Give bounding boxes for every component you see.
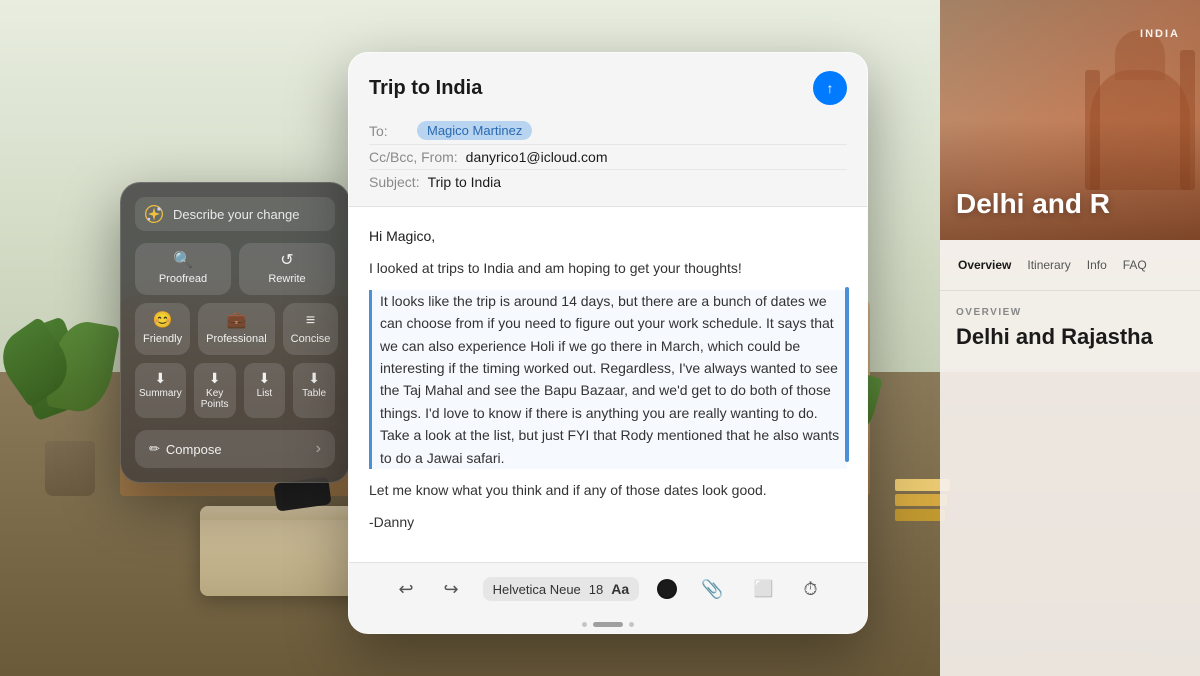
wt-header: Describe your change — [135, 197, 335, 231]
proofread-label: Proofread — [159, 273, 207, 285]
summary-button[interactable]: ⬇ Summary — [135, 363, 186, 418]
list-label: List — [257, 388, 273, 399]
undo-icon: ↩ — [398, 579, 413, 600]
compose-pencil-icon: ✏ — [149, 441, 160, 457]
table-icon: ⬇ — [308, 371, 320, 385]
email-para-2: It looks like the trip is around 14 days… — [369, 290, 847, 469]
wt-title: Describe your change — [173, 207, 299, 222]
from-value: danyrico1@icloud.com — [466, 149, 608, 165]
color-picker[interactable] — [657, 579, 677, 599]
key-points-button[interactable]: ⬇ Key Points — [194, 363, 236, 418]
rewrite-button[interactable]: ↺ Rewrite — [239, 243, 335, 295]
wt-row-1: 🔍 Proofread ↺ Rewrite — [135, 243, 335, 295]
page-indicator — [349, 616, 867, 633]
cc-label: Cc/Bcc, From: — [369, 149, 458, 165]
proofread-button[interactable]: 🔍 Proofread — [135, 243, 231, 295]
email-greeting: Hi Magico, — [369, 225, 847, 247]
to-label: To: — [369, 123, 409, 139]
right-panel-content: OVERVIEW Delhi and Rajastha — [940, 291, 1200, 366]
concise-icon: ≡ — [306, 313, 315, 329]
friendly-icon: 😊 — [153, 313, 173, 329]
proofread-icon: 🔍 — [173, 253, 193, 269]
rewrite-icon: ↺ — [280, 253, 293, 269]
tab-faq[interactable]: FAQ — [1115, 254, 1155, 276]
email-signature: -Danny — [369, 511, 847, 533]
email-para-3: Let me know what you think and if any of… — [369, 479, 847, 501]
selection-indicator — [845, 287, 849, 462]
tab-info[interactable]: Info — [1079, 254, 1115, 276]
send-button[interactable]: ↑ — [813, 71, 847, 105]
right-panel-title-partial: Delhi and R — [956, 188, 1184, 220]
sparkle-icon — [143, 203, 165, 225]
compose-label: Compose — [166, 442, 222, 457]
plant-left — [30, 321, 110, 496]
email-title: Trip to India — [369, 77, 482, 100]
font-aa: Aa — [611, 581, 629, 597]
attachment-button[interactable]: 📎 — [695, 575, 729, 604]
wt-row-3: ⬇ Summary ⬇ Key Points ⬇ List ⬇ Table — [135, 363, 335, 418]
page-dot-1 — [582, 622, 587, 627]
email-toolbar: ↩ ↪ Helvetica Neue 18 Aa 📎 ⬜ ⏱ — [349, 562, 867, 616]
overview-title: Delhi and Rajastha — [956, 324, 1184, 350]
friendly-button[interactable]: 😊 Friendly — [135, 303, 190, 355]
extras-button[interactable]: ⏱ — [798, 575, 824, 604]
right-panel-nav: Overview Itinerary Info FAQ — [940, 240, 1200, 291]
redo-button[interactable]: ↪ — [438, 575, 465, 604]
tab-overview[interactable]: Overview — [950, 254, 1019, 276]
key-points-icon: ⬇ — [209, 371, 221, 385]
to-recipient[interactable]: Magico Martinez — [417, 121, 532, 140]
summary-icon: ⬇ — [155, 371, 167, 385]
professional-button[interactable]: 💼 Professional — [198, 303, 275, 355]
extras-icon: ⏱ — [804, 579, 818, 600]
friendly-label: Friendly — [143, 333, 182, 345]
list-icon: ⬇ — [259, 371, 271, 385]
page-dot-2 — [593, 622, 623, 627]
compose-button[interactable]: ✏ Compose › — [135, 430, 335, 468]
font-name: Helvetica Neue — [493, 582, 581, 597]
redo-icon: ↪ — [444, 579, 459, 600]
email-cc-row: Cc/Bcc, From: danyrico1@icloud.com — [369, 145, 847, 170]
font-group[interactable]: Helvetica Neue 18 Aa — [483, 577, 640, 601]
send-icon: ↑ — [827, 80, 834, 96]
email-body[interactable]: Hi Magico, I looked at trips to India an… — [349, 207, 867, 562]
email-para-1: I looked at trips to India and am hoping… — [369, 257, 847, 279]
list-button[interactable]: ⬇ List — [244, 363, 286, 418]
table-label: Table — [302, 388, 326, 399]
compose-left: ✏ Compose — [149, 441, 222, 457]
writing-tools-panel: Describe your change 🔍 Proofread ↺ Rewri… — [120, 182, 350, 483]
image-icon: ⬜ — [754, 579, 774, 599]
key-points-label: Key Points — [198, 388, 232, 410]
compose-chevron-icon: › — [316, 440, 321, 458]
right-panel-image: INDIA Delhi and R — [940, 0, 1200, 240]
subject-label: Subject: — [369, 174, 420, 190]
wt-row-2: 😊 Friendly 💼 Professional ≡ Concise — [135, 303, 335, 355]
concise-button[interactable]: ≡ Concise — [283, 303, 339, 355]
email-subject-row: Subject: Trip to India — [369, 170, 847, 194]
tab-itinerary[interactable]: Itinerary — [1019, 254, 1078, 276]
professional-icon: 💼 — [226, 313, 246, 329]
professional-label: Professional — [206, 333, 267, 345]
table-button[interactable]: ⬇ Table — [293, 363, 335, 418]
rewrite-label: Rewrite — [268, 273, 305, 285]
email-header: Trip to India ↑ To: Magico Martinez Cc/B… — [349, 53, 867, 207]
image-button[interactable]: ⬜ — [748, 575, 780, 603]
concise-label: Concise — [291, 333, 331, 345]
india-label: INDIA — [1140, 28, 1180, 40]
email-body-text: Hi Magico, I looked at trips to India an… — [369, 225, 847, 534]
email-panel: Trip to India ↑ To: Magico Martinez Cc/B… — [348, 52, 868, 634]
overview-label: OVERVIEW — [956, 307, 1184, 318]
subject-value: Trip to India — [428, 174, 501, 190]
summary-label: Summary — [139, 388, 182, 399]
email-title-row: Trip to India ↑ — [369, 71, 847, 105]
font-size: 18 — [589, 582, 603, 597]
right-panel: INDIA Delhi and R Overview Itinerary Inf… — [940, 0, 1200, 676]
undo-button[interactable]: ↩ — [392, 575, 419, 604]
email-to-row: To: Magico Martinez — [369, 117, 847, 145]
attachment-icon: 📎 — [701, 579, 723, 600]
page-dot-3 — [629, 622, 634, 627]
